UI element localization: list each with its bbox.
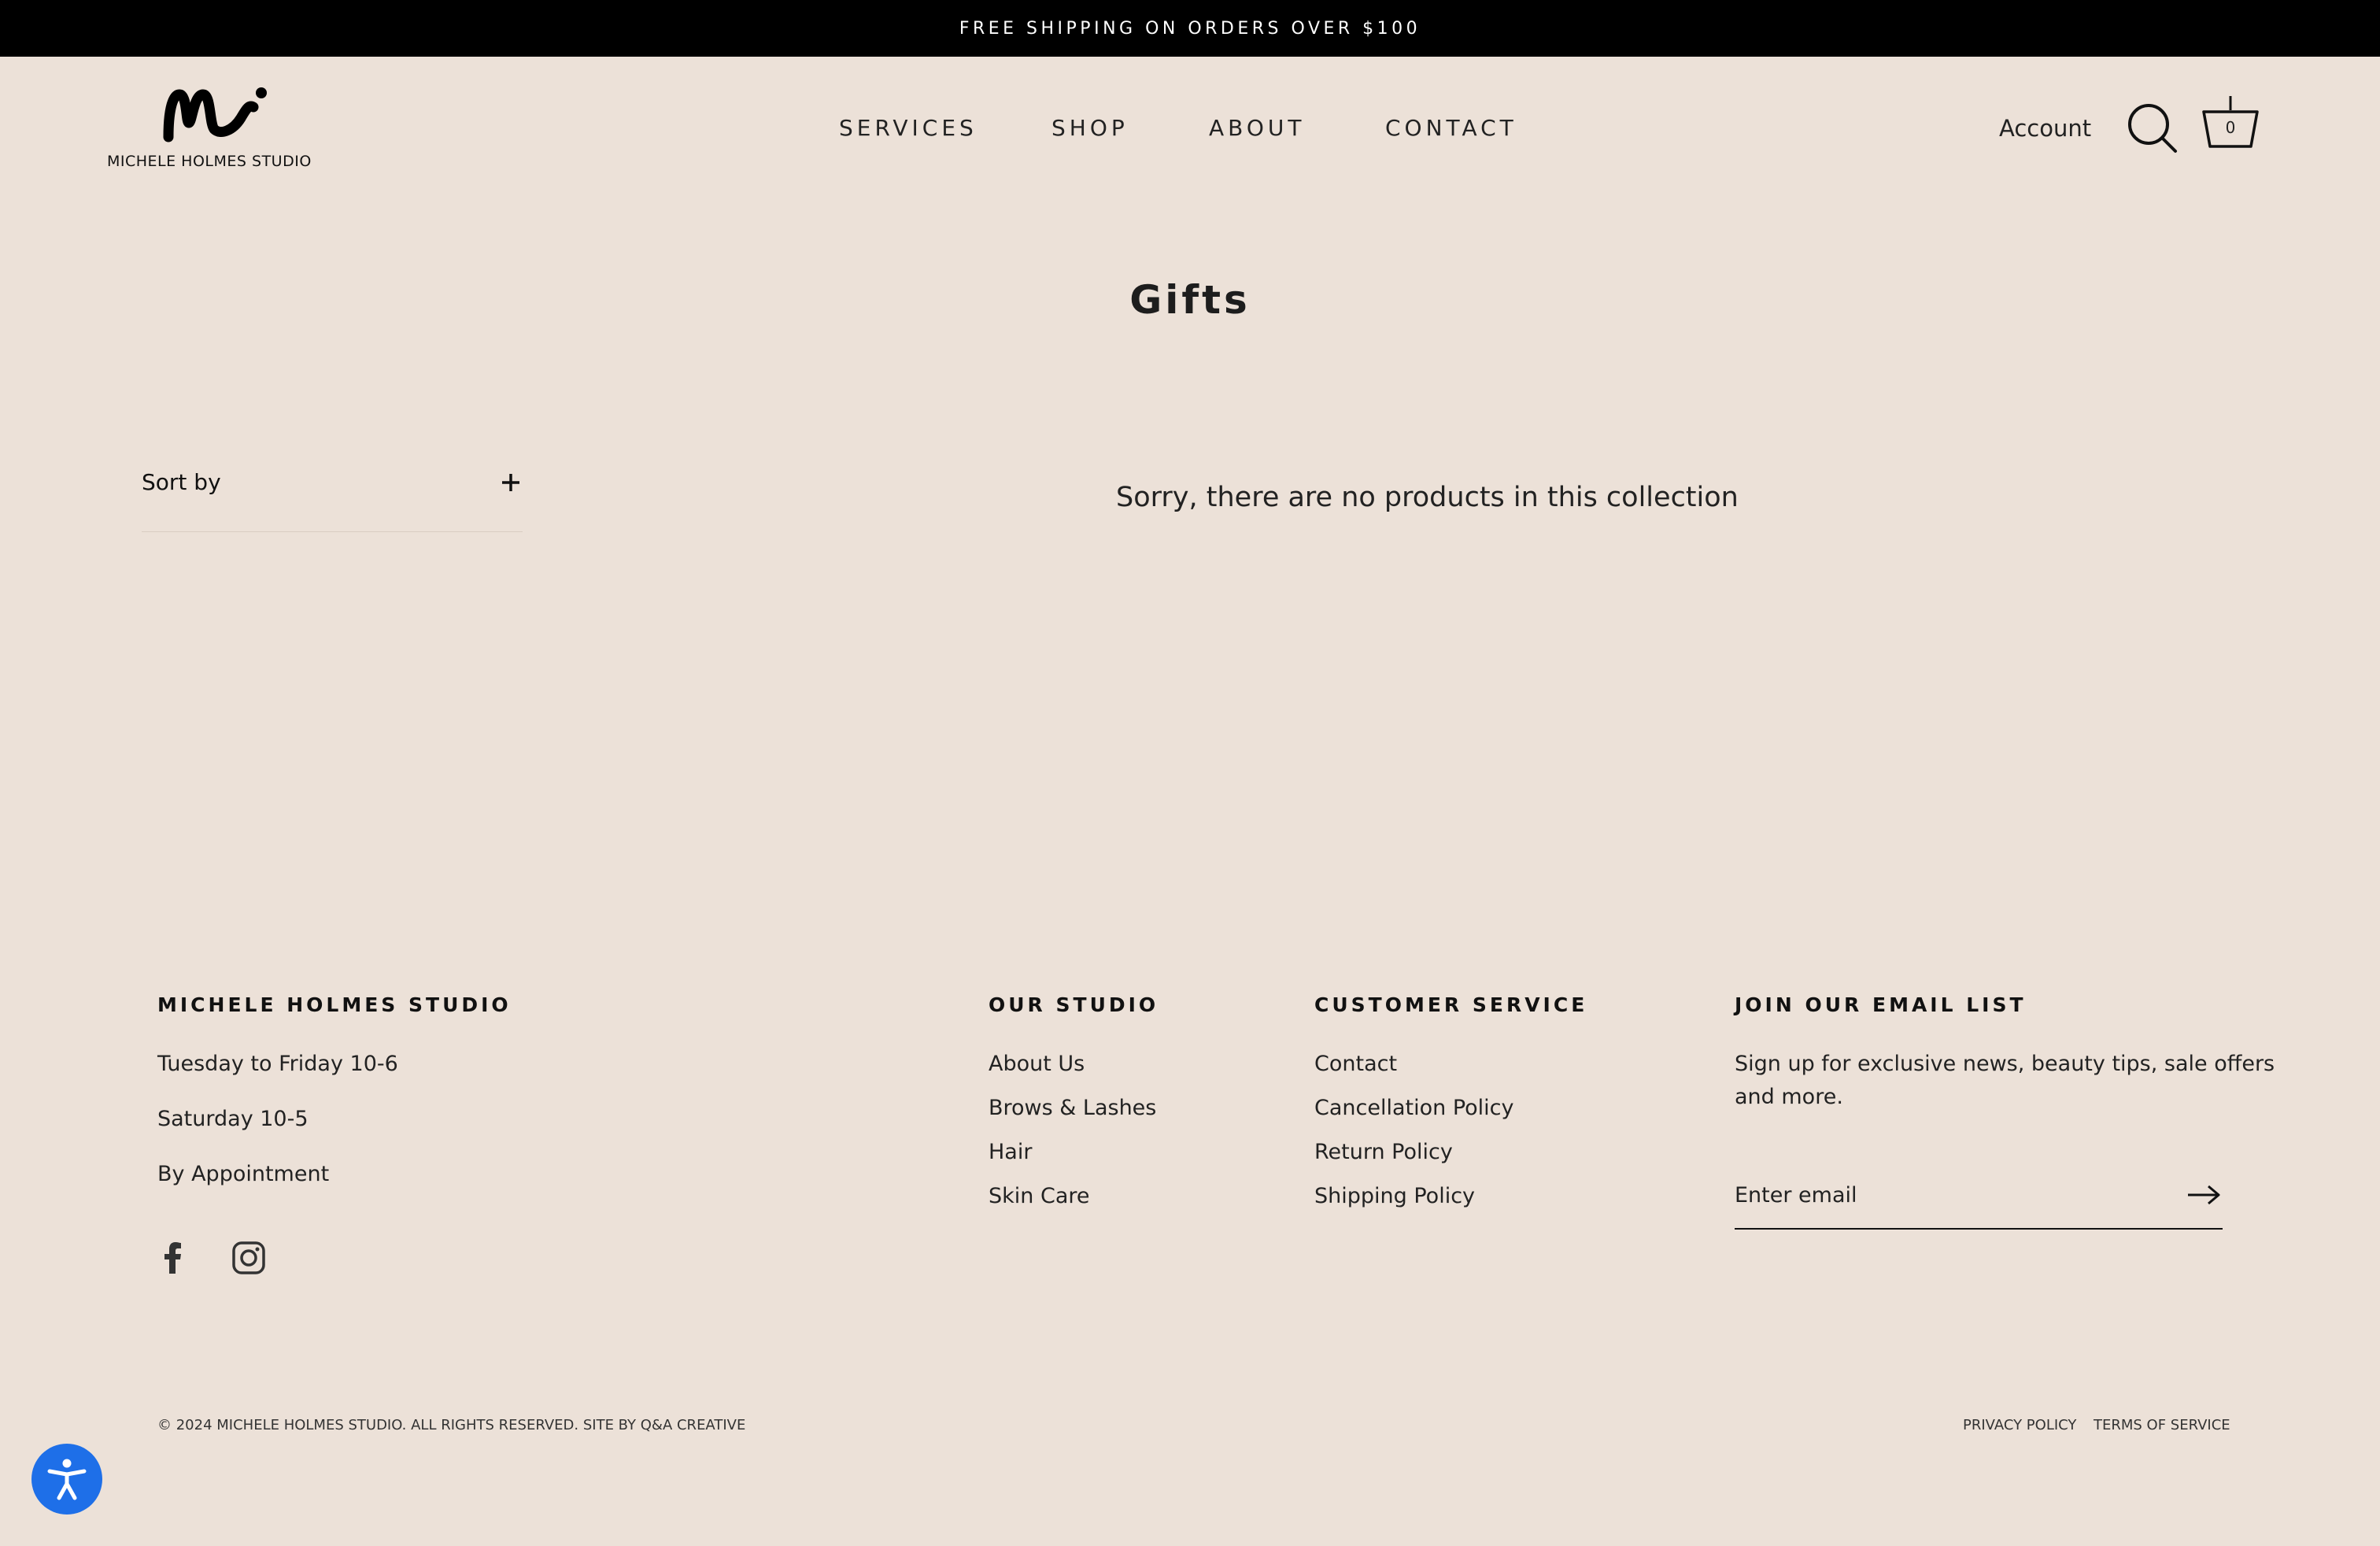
footer-heading-email-list: JOIN OUR EMAIL LIST bbox=[1735, 993, 2027, 1016]
footer-heading-studio: MICHELE HOLMES STUDIO bbox=[157, 993, 512, 1016]
sort-by-toggle[interactable]: Sort by bbox=[142, 461, 523, 532]
footer-hours-line: By Appointment bbox=[157, 1162, 330, 1186]
logo-mark-icon bbox=[163, 87, 267, 142]
nav-item-about[interactable]: ABOUT bbox=[1209, 115, 1306, 141]
footer-link-brows-lashes[interactable]: Brows & Lashes bbox=[989, 1096, 1156, 1120]
nav-item-services[interactable]: SERVICES bbox=[839, 115, 978, 141]
footer-link-cancellation-policy[interactable]: Cancellation Policy bbox=[1314, 1096, 1513, 1120]
facebook-icon[interactable] bbox=[156, 1241, 190, 1275]
announcement-text: FREE SHIPPING ON ORDERS OVER $100 bbox=[959, 18, 1421, 39]
email-input[interactable] bbox=[1735, 1173, 2175, 1217]
sort-by-label: Sort by bbox=[142, 469, 221, 495]
announcement-bar: FREE SHIPPING ON ORDERS OVER $100 bbox=[0, 0, 2380, 57]
footer-heading-our-studio: OUR STUDIO bbox=[989, 993, 1159, 1016]
accessibility-button[interactable] bbox=[31, 1444, 102, 1515]
footer-link-shipping-policy[interactable]: Shipping Policy bbox=[1314, 1184, 1475, 1208]
search-icon[interactable] bbox=[2127, 102, 2179, 154]
account-link[interactable]: Account bbox=[1999, 115, 2091, 142]
privacy-policy-link[interactable]: PRIVACY POLICY bbox=[1963, 1417, 2076, 1433]
email-signup-form bbox=[1735, 1173, 2223, 1230]
footer-link-contact[interactable]: Contact bbox=[1314, 1052, 1397, 1076]
arrow-right-icon[interactable] bbox=[2186, 1184, 2221, 1206]
email-list-blurb: Sign up for exclusive news, beauty tips,… bbox=[1735, 1052, 2275, 1076]
logo-text: MICHELE HOLMES STUDIO bbox=[107, 153, 312, 170]
instagram-icon[interactable] bbox=[231, 1241, 266, 1275]
cart-count: 0 bbox=[2225, 118, 2236, 137]
nav-item-contact[interactable]: CONTACT bbox=[1385, 115, 1517, 141]
footer-link-hair[interactable]: Hair bbox=[989, 1140, 1032, 1164]
page: FREE SHIPPING ON ORDERS OVER $100 MICHEL… bbox=[0, 0, 2380, 1546]
page-title: Gifts bbox=[1129, 277, 1251, 323]
nav-item-shop[interactable]: SHOP bbox=[1051, 115, 1129, 141]
copyright-text: © 2024 MICHELE HOLMES STUDIO. ALL RIGHTS… bbox=[157, 1417, 746, 1433]
footer-link-return-policy[interactable]: Return Policy bbox=[1314, 1140, 1453, 1164]
empty-collection-message: Sorry, there are no products in this col… bbox=[1116, 482, 1739, 513]
footer-hours-line: Tuesday to Friday 10-6 bbox=[157, 1052, 398, 1076]
accessibility-icon bbox=[47, 1459, 87, 1500]
footer-hours-line: Saturday 10-5 bbox=[157, 1107, 309, 1131]
logo[interactable]: MICHELE HOLMES STUDIO bbox=[107, 83, 327, 178]
plus-icon bbox=[502, 474, 519, 491]
email-list-blurb: and more. bbox=[1735, 1085, 1843, 1109]
footer-heading-customer-service: CUSTOMER SERVICE bbox=[1314, 993, 1588, 1016]
footer-link-about-us[interactable]: About Us bbox=[989, 1052, 1085, 1076]
footer-link-skin-care[interactable]: Skin Care bbox=[989, 1184, 1090, 1208]
terms-of-service-link[interactable]: TERMS OF SERVICE bbox=[2094, 1417, 2230, 1433]
